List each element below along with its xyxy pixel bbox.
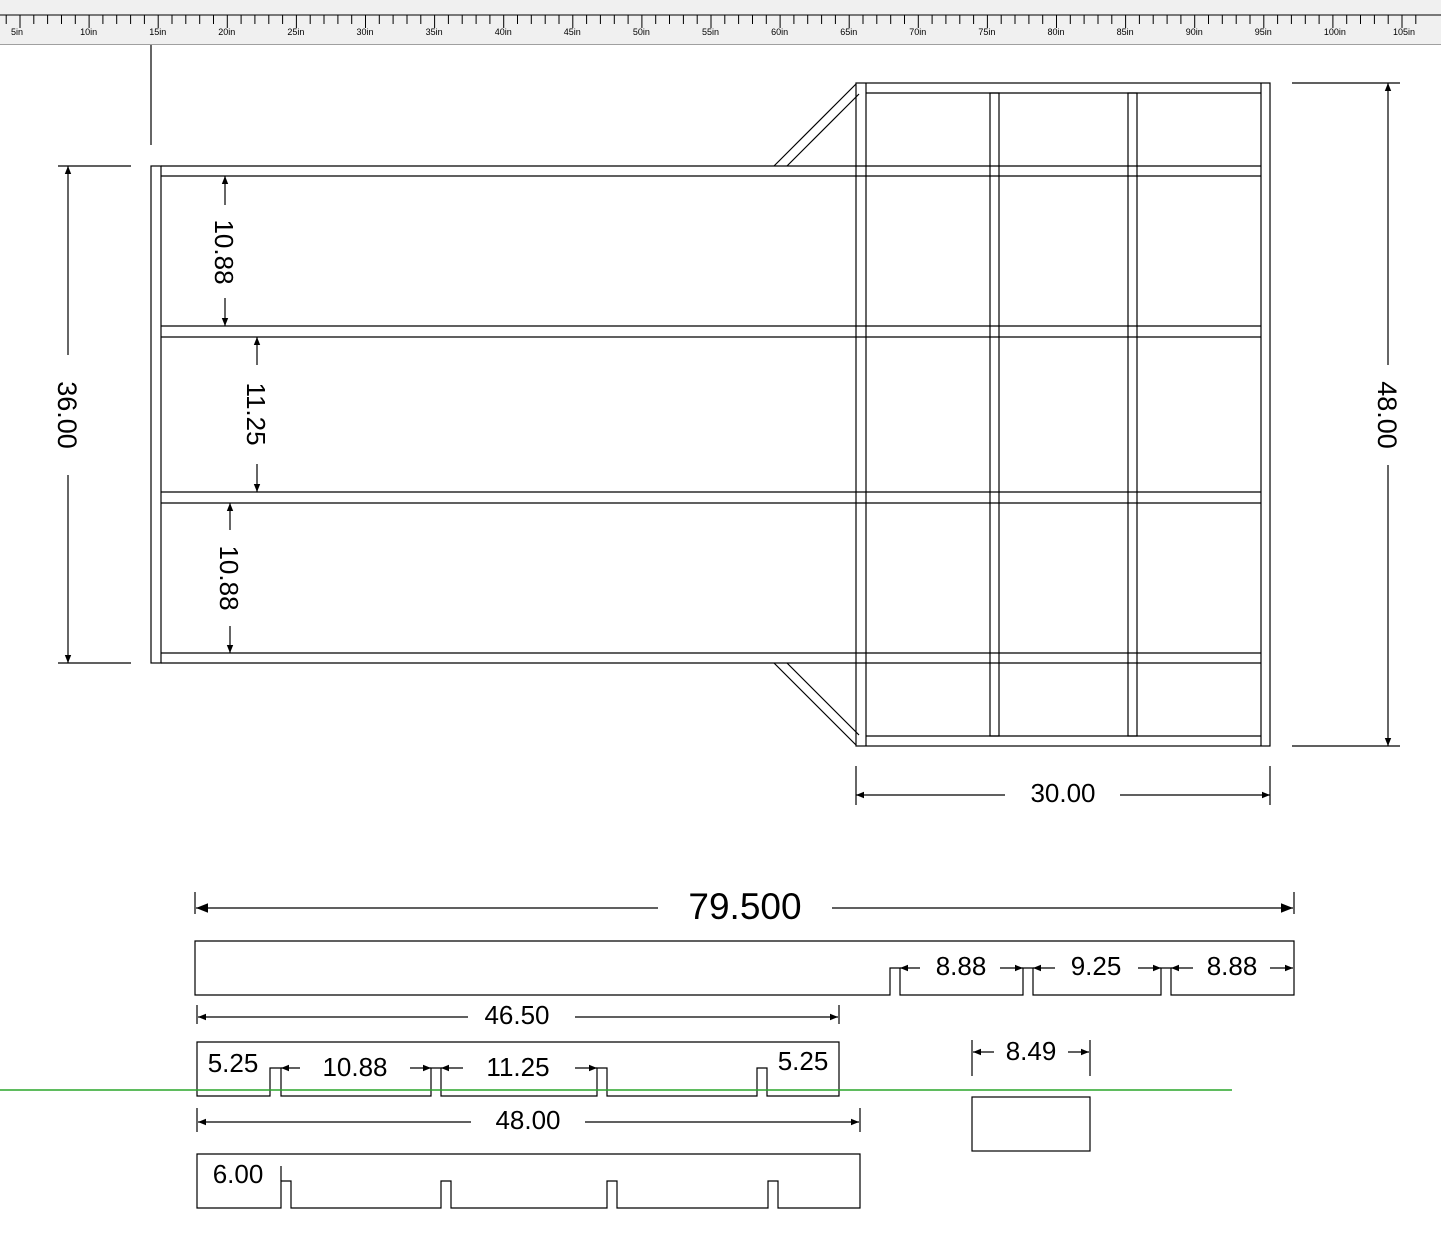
brace-bottom-outer [773,662,857,746]
dim-rear-width: 48.00 [1372,381,1402,449]
brace-bottom-inner [786,662,860,736]
dim-overall-width: 36.00 [52,381,82,449]
front-end-rail [150,165,162,664]
dim-rail-length: 46.50 [484,1000,549,1030]
rear-frame-outer [855,82,1271,747]
dim-rail-bay-1: 10.88 [322,1052,387,1082]
dim-cross-end: 6.00 [213,1159,264,1189]
rear-cross-member-2 [1127,92,1138,737]
cross-member-outline [196,1153,861,1209]
dim-rear-depth: 30.00 [1030,778,1095,808]
dim-bay-2: 11.25 [241,382,271,445]
dim-seg-a: 8.88 [936,951,987,981]
dim-bay-3: 10.88 [214,545,244,610]
dim-seg-b: 9.25 [1071,951,1122,981]
dim-bay-1: 10.88 [209,219,239,284]
brace-top-outer [773,83,857,167]
dim-block-width: 8.49 [1006,1036,1057,1066]
dim-seg-c: 8.88 [1207,951,1258,981]
dim-rail-end-left: 5.25 [208,1048,259,1078]
brace-top-inner [786,93,860,167]
rear-cross-member-1 [989,92,1000,737]
side-rail-outline [194,940,1295,996]
dim-rail-bay-2: 11.25 [486,1052,549,1082]
drawing-canvas: 36.00 48.00 10.88 11.25 10.88 30.00 79.5… [0,45,1402,1209]
dim-overall-length: 79.500 [688,886,801,927]
block-outline [971,1096,1091,1152]
dim-rail-end-right: 5.25 [778,1046,829,1076]
dim-cross-length: 48.00 [495,1105,560,1135]
